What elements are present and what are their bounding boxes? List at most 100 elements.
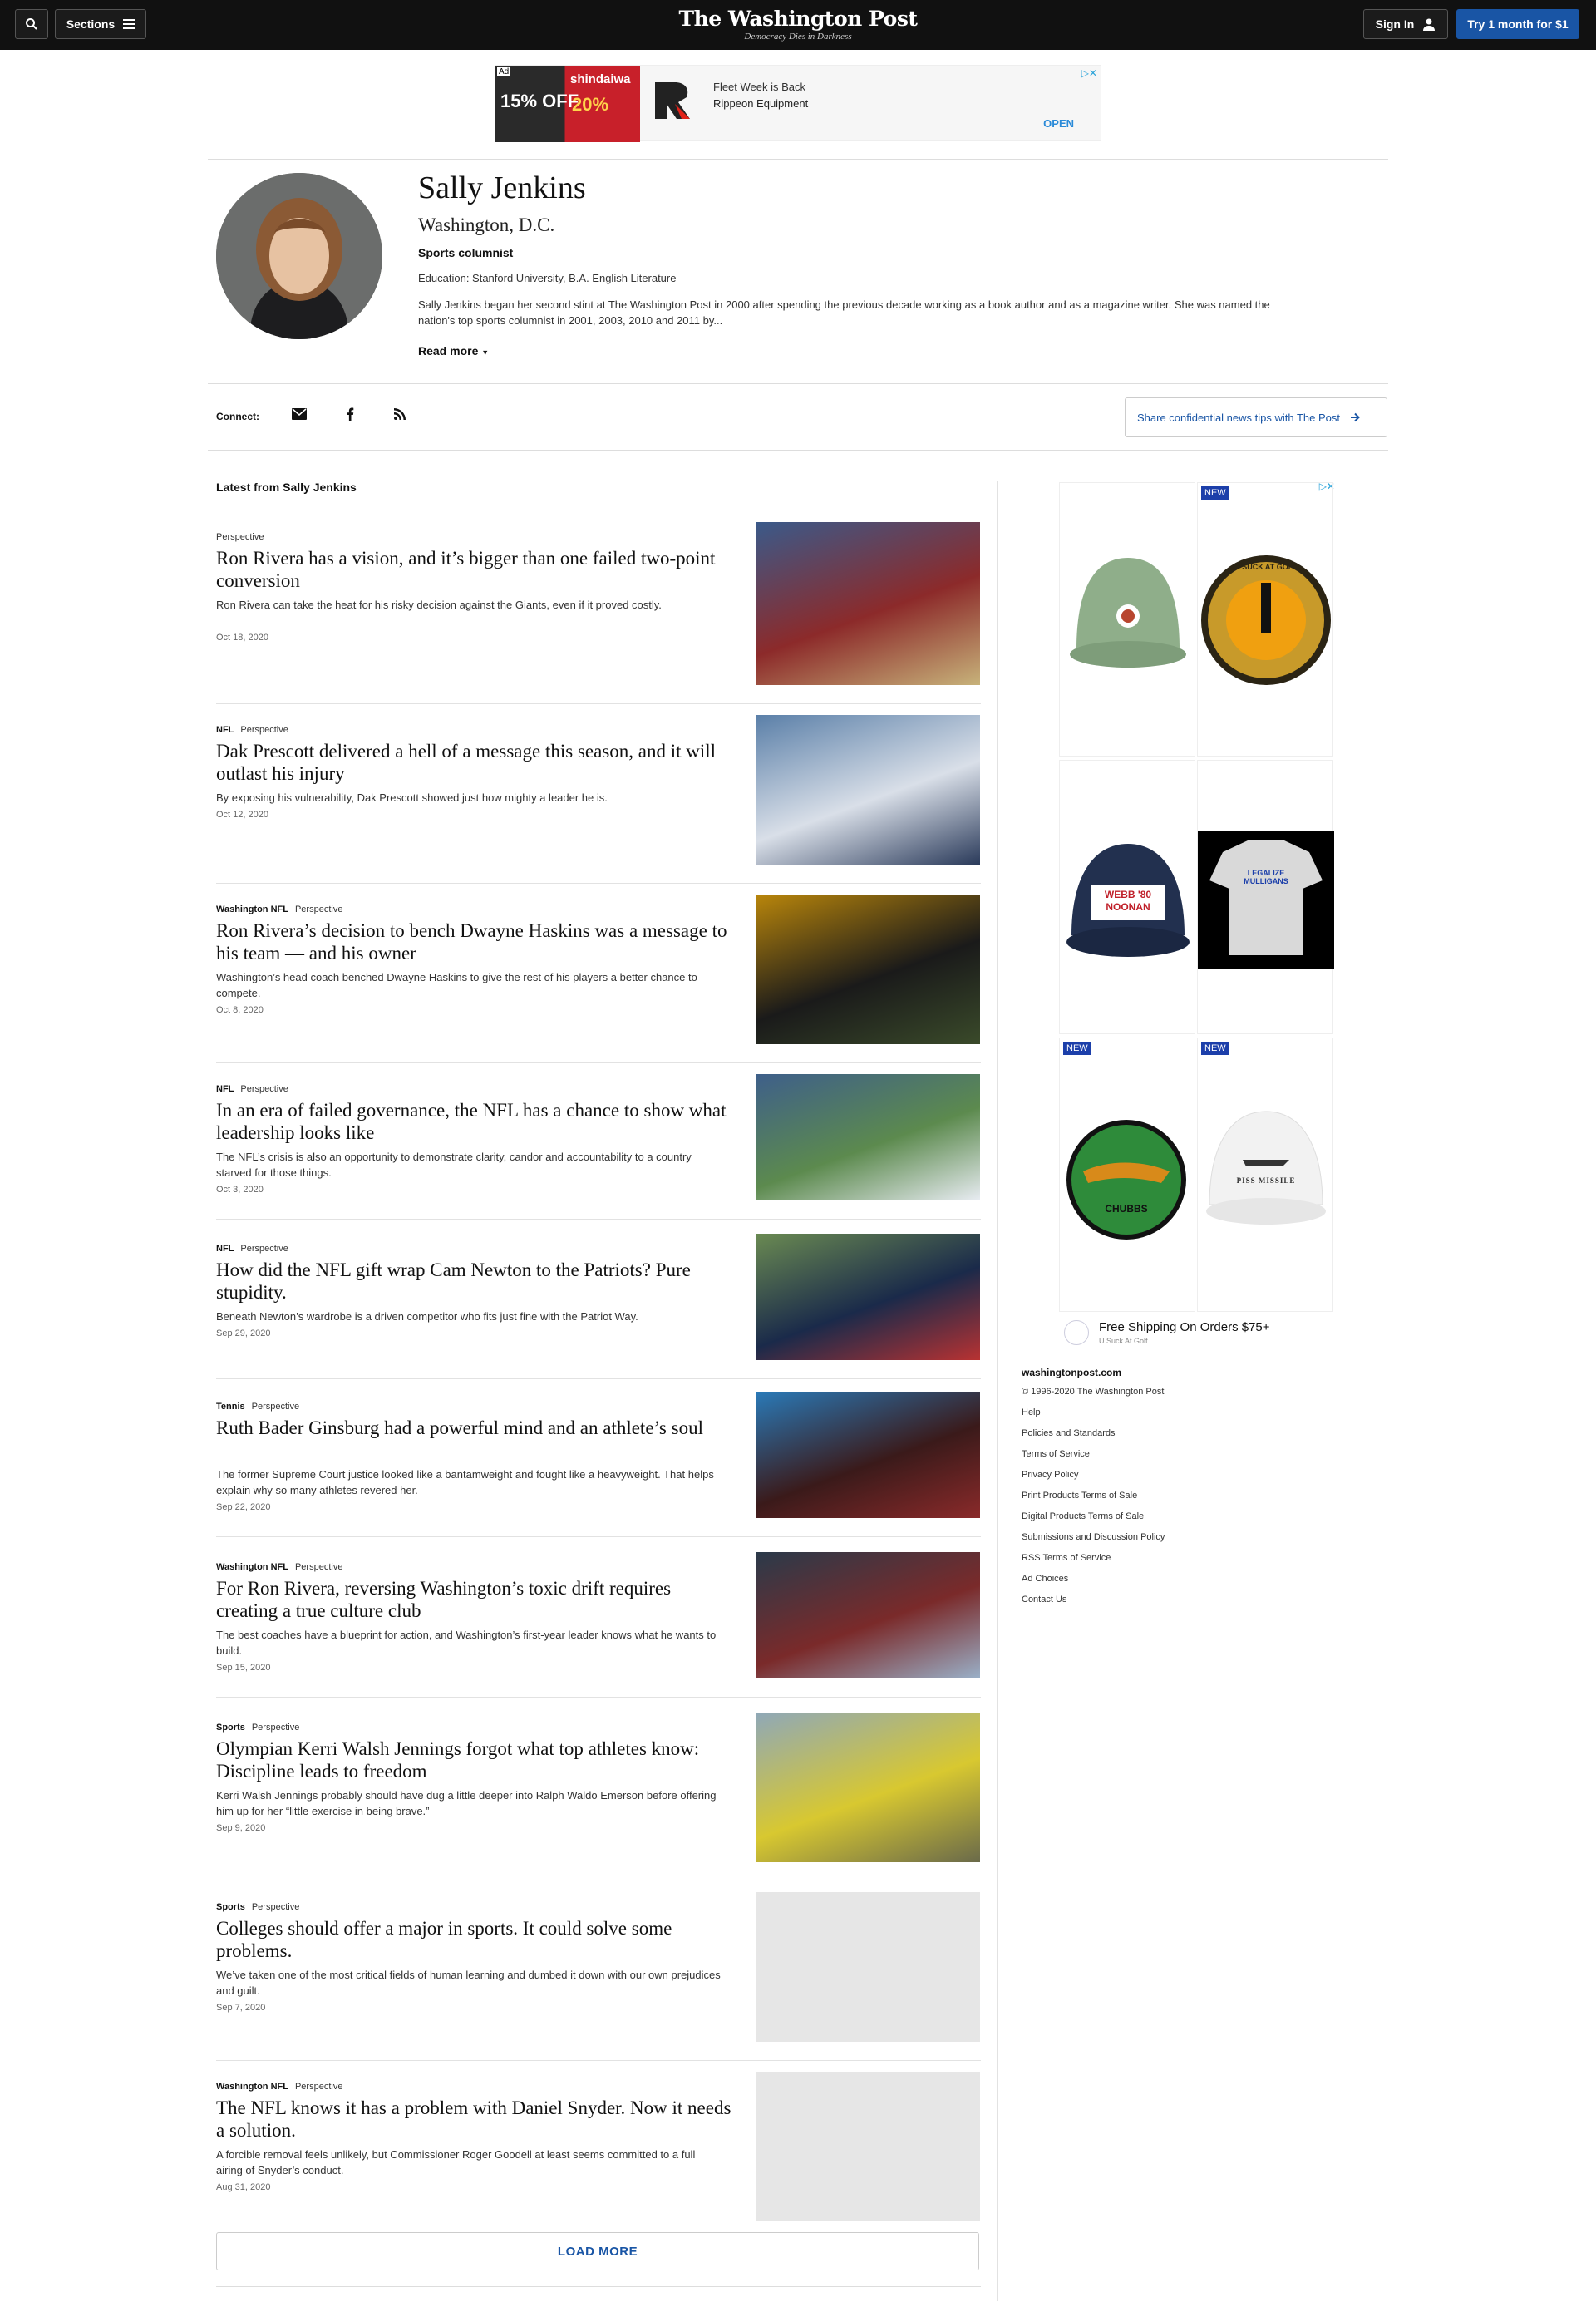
ad-open-button[interactable]: OPEN bbox=[1043, 117, 1074, 130]
article-date: Oct 3, 2020 bbox=[216, 1185, 264, 1195]
article-section-link[interactable]: Washington NFL bbox=[216, 2082, 288, 2092]
footer-link[interactable]: Digital Products Terms of Sale bbox=[1022, 1511, 1144, 1521]
article-thumbnail[interactable] bbox=[756, 1713, 980, 1862]
email-icon[interactable] bbox=[289, 404, 309, 424]
ad-line-1: Fleet Week is Back bbox=[713, 81, 806, 93]
article-headline[interactable]: The NFL knows it has a problem with Dani… bbox=[216, 2097, 732, 2142]
article-kicker: Washington NFL Perspective bbox=[216, 905, 342, 914]
top-navigation-bar: Sections The Washington Post Democracy D… bbox=[0, 0, 1596, 50]
footer-link[interactable]: Ad Choices bbox=[1022, 1574, 1068, 1584]
article-section-link[interactable]: Tennis bbox=[216, 1402, 245, 1412]
article-headline[interactable]: How did the NFL gift wrap Cam Newton to … bbox=[216, 1259, 732, 1304]
ad-product-tile[interactable] bbox=[1059, 482, 1195, 757]
read-more-button[interactable]: Read more ▼ bbox=[418, 344, 489, 357]
article-headline[interactable]: In an era of failed governance, the NFL … bbox=[216, 1099, 732, 1144]
article-headline[interactable]: Ruth Bader Ginsburg had a powerful mind … bbox=[216, 1417, 732, 1439]
footer-link[interactable]: Contact Us bbox=[1022, 1595, 1066, 1604]
article-thumbnail[interactable] bbox=[756, 1892, 980, 2042]
article-type-label: Perspective bbox=[294, 1562, 343, 1572]
article-divider bbox=[216, 703, 981, 704]
footer-link[interactable]: Print Products Terms of Sale bbox=[1022, 1491, 1137, 1501]
footer-link[interactable]: Submissions and Discussion Policy bbox=[1022, 1532, 1165, 1542]
ad-offer-right: 20% bbox=[572, 94, 609, 115]
article-section-link[interactable]: NFL bbox=[216, 725, 234, 735]
article-type-label: Perspective bbox=[294, 2082, 343, 2092]
search-button[interactable] bbox=[15, 9, 48, 39]
article-thumbnail[interactable] bbox=[756, 1234, 980, 1360]
ad-shipping-text: Free Shipping On Orders $75+ bbox=[1099, 1320, 1270, 1334]
article-date: Oct 8, 2020 bbox=[216, 1005, 264, 1015]
article-kicker: Sports Perspective bbox=[216, 1723, 299, 1733]
article-blurb: The best coaches have a blueprint for ac… bbox=[216, 1629, 717, 1657]
article-kicker: Sports Perspective bbox=[216, 1902, 299, 1912]
ad-product-tile[interactable]: LEGALIZE MULLIGANS bbox=[1197, 760, 1334, 1034]
ad-badge: Ad bbox=[497, 67, 511, 76]
article-kicker: NFL Perspective bbox=[216, 1084, 288, 1094]
article-headline[interactable]: Dak Prescott delivered a hell of a messa… bbox=[216, 740, 732, 785]
ad-choices-icon[interactable]: ▷✕ bbox=[1081, 67, 1097, 79]
sections-menu-button[interactable]: Sections bbox=[55, 9, 146, 39]
footer-link[interactable]: RSS Terms of Service bbox=[1022, 1553, 1111, 1563]
article-section-link[interactable]: Sports bbox=[216, 1902, 245, 1912]
article-headline[interactable]: Colleges should offer a major in sports.… bbox=[216, 1917, 732, 1962]
load-more-button[interactable]: LOAD MORE bbox=[216, 2232, 979, 2270]
article-headline[interactable]: For Ron Rivera, reversing Washington’s t… bbox=[216, 1577, 732, 1622]
article-type-label: Perspective bbox=[240, 725, 288, 735]
article-divider bbox=[216, 1697, 981, 1698]
top-ad-banner[interactable]: Ad 15% OFF shindaiwa 20% Fleet Week is B… bbox=[495, 65, 1101, 142]
article-section-link[interactable]: Sports bbox=[216, 1723, 245, 1733]
article-blurb: The NFL’s crisis is also an opportunity … bbox=[216, 1151, 692, 1179]
article-thumbnail[interactable] bbox=[756, 522, 980, 685]
subscribe-button[interactable]: Try 1 month for $1 bbox=[1456, 9, 1579, 39]
ad-product-tile[interactable]: NEW U SUCK AT GOLF bbox=[1197, 482, 1333, 757]
footer-link[interactable]: Privacy Policy bbox=[1022, 1470, 1078, 1480]
article-divider bbox=[216, 883, 981, 884]
sidebar-ad[interactable]: ▷✕ NEW U SUCK AT GOLF WEBB '80 NOONAN LE… bbox=[1057, 481, 1337, 1350]
rss-icon[interactable] bbox=[390, 404, 410, 424]
golf-patch-image bbox=[1201, 555, 1331, 685]
author-location: Washington, D.C. bbox=[418, 214, 555, 235]
article-thumbnail[interactable] bbox=[756, 895, 980, 1044]
latest-heading: Latest from Sally Jenkins bbox=[216, 481, 357, 494]
article-date: Oct 18, 2020 bbox=[216, 633, 268, 643]
article-date: Sep 22, 2020 bbox=[216, 1502, 271, 1512]
news-tips-link[interactable]: Share confidential news tips with The Po… bbox=[1125, 397, 1387, 437]
article-section-link[interactable]: Washington NFL bbox=[216, 905, 288, 914]
article-type-label: Perspective bbox=[251, 1902, 300, 1912]
article-thumbnail[interactable] bbox=[756, 1552, 980, 1678]
footer-link[interactable]: Policies and Standards bbox=[1022, 1428, 1116, 1438]
author-role: Sports columnist bbox=[418, 246, 514, 259]
article-headline[interactable]: Olympian Kerri Walsh Jennings forgot wha… bbox=[216, 1738, 732, 1782]
author-photo bbox=[216, 173, 382, 339]
article-type-label: Perspective bbox=[251, 1402, 300, 1412]
sign-in-button[interactable]: Sign In bbox=[1363, 9, 1448, 39]
article-blurb: We’ve taken one of the most critical fie… bbox=[216, 1969, 721, 1997]
ad-product-tile[interactable]: NEW PISS MISSILE bbox=[1197, 1038, 1333, 1312]
footer-link[interactable]: Help bbox=[1022, 1407, 1041, 1417]
golf-logo-icon bbox=[1064, 1320, 1089, 1345]
article-thumbnail[interactable] bbox=[756, 2072, 980, 2221]
article-thumbnail[interactable] bbox=[756, 1074, 980, 1200]
article-thumbnail[interactable] bbox=[756, 1392, 980, 1518]
article-section-link[interactable]: Washington NFL bbox=[216, 1562, 288, 1572]
article-kicker: NFL Perspective bbox=[216, 725, 288, 735]
product-text-3: LEGALIZE MULLIGANS bbox=[1244, 869, 1288, 885]
article-headline[interactable]: Ron Rivera has a vision, and it’s bigger… bbox=[216, 547, 732, 592]
ad-product-tile[interactable]: WEBB '80 NOONAN bbox=[1059, 760, 1195, 1034]
ad-product-tile[interactable]: NEW CHUBBS bbox=[1059, 1038, 1195, 1312]
article-divider bbox=[216, 2060, 981, 2061]
masthead-logo[interactable]: The Washington Post Democracy Dies in Da… bbox=[632, 7, 964, 42]
article-headline[interactable]: Ron Rivera’s decision to bench Dwayne Ha… bbox=[216, 919, 732, 964]
article-thumbnail[interactable] bbox=[756, 715, 980, 865]
ad-offer-left: 15% OFF bbox=[500, 91, 579, 111]
article-date: Sep 9, 2020 bbox=[216, 1823, 266, 1833]
article-section-link[interactable]: NFL bbox=[216, 1084, 234, 1094]
white-hat-image bbox=[1206, 1111, 1326, 1225]
footer-link[interactable]: Terms of Service bbox=[1022, 1449, 1090, 1459]
article-section-link[interactable]: NFL bbox=[216, 1244, 234, 1254]
footer-site-name[interactable]: washingtonpost.com bbox=[1022, 1367, 1121, 1378]
new-badge: NEW bbox=[1063, 1042, 1091, 1055]
facebook-icon[interactable] bbox=[340, 404, 360, 424]
new-badge: NEW bbox=[1201, 1042, 1229, 1055]
product-text-2: WEBB '80 NOONAN bbox=[1104, 889, 1152, 913]
